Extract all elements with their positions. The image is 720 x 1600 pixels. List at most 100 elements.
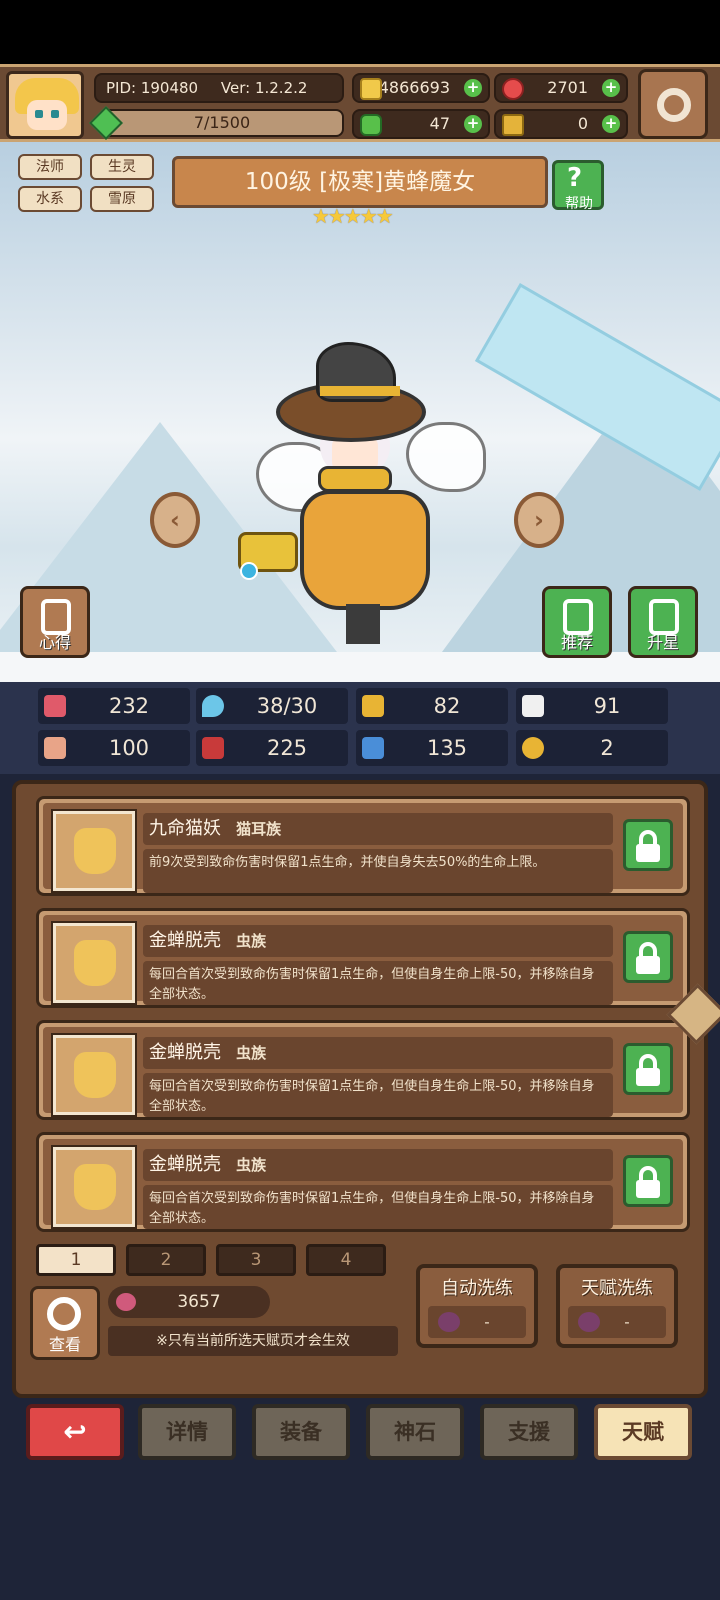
talent-icon-frame — [51, 921, 137, 1005]
red-gem-icon — [502, 78, 524, 100]
cost-value: - — [484, 1313, 490, 1331]
settings-button[interactable] — [638, 69, 708, 139]
talent-essence-counter: 3657 — [108, 1286, 270, 1318]
talent-name: 金蝉脱壳 — [149, 1154, 221, 1175]
nav-talent[interactable]: 天赋 — [594, 1404, 692, 1460]
talent-card[interactable]: 金蝉脱壳 虫族 每回合首次受到致命伤害时保留1点生命，但使自身生命上限-50，并… — [36, 1132, 690, 1232]
view-button[interactable]: 查看 — [30, 1286, 100, 1360]
talent-description: 每回合首次受到致命伤害时保留1点生命，但使自身生命上限-50，并移除自身全部状态… — [143, 961, 613, 1005]
upgrade-star-label: 升星 — [646, 633, 679, 652]
lock-button[interactable] — [623, 819, 673, 871]
berry-icon — [116, 1293, 136, 1311]
shield-icon — [362, 695, 384, 717]
add-clover-button[interactable]: + — [464, 115, 482, 133]
stat-defense: 82 — [356, 688, 508, 724]
talent-card-body: 金蝉脱壳 虫族 每回合首次受到致命伤害时保留1点生命，但使自身生命上限-50，并… — [43, 1139, 683, 1229]
add-gem-button[interactable]: + — [602, 79, 620, 97]
stat-speed: 91 — [516, 688, 668, 724]
lock-button[interactable] — [623, 1155, 673, 1207]
auto-wash-button[interactable]: 自动洗练 - — [416, 1264, 538, 1348]
insight-button[interactable]: 心得 — [20, 586, 90, 658]
talent-name: 金蝉脱壳 — [149, 930, 221, 951]
top-header: PID: 190480 Ver: 1.2.2.2 7/1500 4866693 … — [0, 64, 720, 142]
talent-race: 虫族 — [236, 1156, 267, 1174]
add-key-button[interactable]: + — [602, 115, 620, 133]
magnifier-icon — [47, 1297, 81, 1331]
talent-name: 金蝉脱壳 — [149, 1042, 221, 1063]
talent-name-bar: 金蝉脱壳 虫族 — [143, 1149, 613, 1181]
stat-value: 38/30 — [256, 694, 318, 718]
hat-band — [320, 386, 400, 396]
exp-bar: 7/1500 — [100, 109, 344, 137]
key-counter: 0 + — [494, 109, 628, 139]
upgrade-star-button[interactable]: 升星 — [628, 586, 698, 658]
hero-sprite — [236, 342, 486, 662]
talent-name: 九命猫妖 — [149, 818, 221, 839]
talent-name-bar: 金蝉脱壳 虫族 — [143, 1037, 613, 1069]
avatar-face — [27, 100, 67, 130]
beetle-icon — [74, 940, 116, 986]
lock-body — [636, 1180, 660, 1198]
witch-dress — [300, 490, 430, 610]
star-rating: ★★★★★ — [312, 204, 394, 228]
berry-icon — [578, 1312, 600, 1332]
page-tab-1[interactable]: 1 — [36, 1244, 116, 1276]
help-button[interactable]: ? 帮助 — [552, 160, 604, 212]
back-arrow-icon: ↩ — [63, 1415, 87, 1448]
nav-godstone[interactable]: 神石 — [366, 1404, 464, 1460]
avatar-eye — [51, 110, 59, 118]
recommend-button[interactable]: 推荐 — [542, 586, 612, 658]
book-icon — [202, 737, 224, 759]
view-label: 查看 — [48, 1335, 81, 1354]
nav-details[interactable]: 详情 — [138, 1404, 236, 1460]
nav-support[interactable]: 支援 — [480, 1404, 578, 1460]
add-gold-button[interactable]: + — [464, 79, 482, 97]
talent-card-body: 九命猫妖 猫耳族 前9次受到致命伤害时保留1点生命，并使自身失去50%的生命上限… — [43, 803, 683, 893]
stat-boots: 135 — [356, 730, 508, 766]
talent-description: 每回合首次受到致命伤害时保留1点生命，但使自身生命上限-50，并移除自身全部状态… — [143, 1073, 613, 1117]
next-hero-button[interactable]: › — [514, 492, 564, 548]
stat-value: 225 — [266, 736, 308, 760]
game-version: Ver: 1.2.2.2 — [220, 79, 308, 97]
gold-counter: 4866693 + — [352, 73, 490, 103]
gold-coin-icon — [360, 78, 382, 100]
talent-card[interactable]: 金蝉脱壳 虫族 每回合首次受到致命伤害时保留1点生命，但使自身生命上限-50，并… — [36, 908, 690, 1008]
element-tag: 水系 — [18, 186, 82, 212]
nav-equipment[interactable]: 装备 — [252, 1404, 350, 1460]
talent-wash-button[interactable]: 天赋洗练 - — [556, 1264, 678, 1348]
essence-value: 3657 — [177, 1292, 221, 1312]
stat-value: 135 — [426, 736, 468, 760]
avatar-eye — [35, 110, 43, 118]
witch-legs — [346, 604, 380, 644]
key-icon — [502, 114, 524, 136]
bee-wing — [406, 422, 486, 492]
page-tab-3[interactable]: 3 — [216, 1244, 296, 1276]
page-tab-4[interactable]: 4 — [306, 1244, 386, 1276]
key-value: 0 — [577, 114, 588, 133]
auto-wash-label: 自动洗练 — [441, 1278, 513, 1299]
back-button[interactable]: ↩ — [26, 1404, 124, 1460]
staff-gem — [240, 562, 258, 580]
gem-counter: 2701 + — [494, 73, 628, 103]
talent-card[interactable]: 金蝉脱壳 虫族 每回合首次受到致命伤害时保留1点生命，但使自身生命上限-50，并… — [36, 1020, 690, 1120]
stat-value: 82 — [433, 694, 461, 718]
talent-icon-frame — [51, 809, 137, 893]
talent-wash-label: 天赋洗练 — [581, 1278, 653, 1299]
previous-hero-button[interactable]: ‹ — [150, 492, 200, 548]
talent-name-bar: 金蝉脱壳 虫族 — [143, 925, 613, 957]
talent-race: 虫族 — [236, 1044, 267, 1062]
talent-icon-frame — [51, 1033, 137, 1117]
player-avatar[interactable] — [6, 71, 84, 139]
talent-page-note: ※只有当前所选天赋页才会生效 — [108, 1326, 398, 1356]
lock-button[interactable] — [623, 931, 673, 983]
stats-panel: 232 38/30 82 91 100 225 135 2 — [0, 682, 720, 774]
witch-scarf — [318, 466, 392, 492]
clover-value: 47 — [429, 114, 450, 133]
talent-card[interactable]: 九命猫妖 猫耳族 前9次受到致命伤害时保留1点生命，并使自身失去50%的生命上限… — [36, 796, 690, 896]
stat-value: 100 — [108, 736, 150, 760]
page-tab-2[interactable]: 2 — [126, 1244, 206, 1276]
gold-value: 4866693 — [378, 78, 450, 97]
stat-hp: 232 — [38, 688, 190, 724]
beetle-icon — [74, 1164, 116, 1210]
lock-button[interactable] — [623, 1043, 673, 1095]
